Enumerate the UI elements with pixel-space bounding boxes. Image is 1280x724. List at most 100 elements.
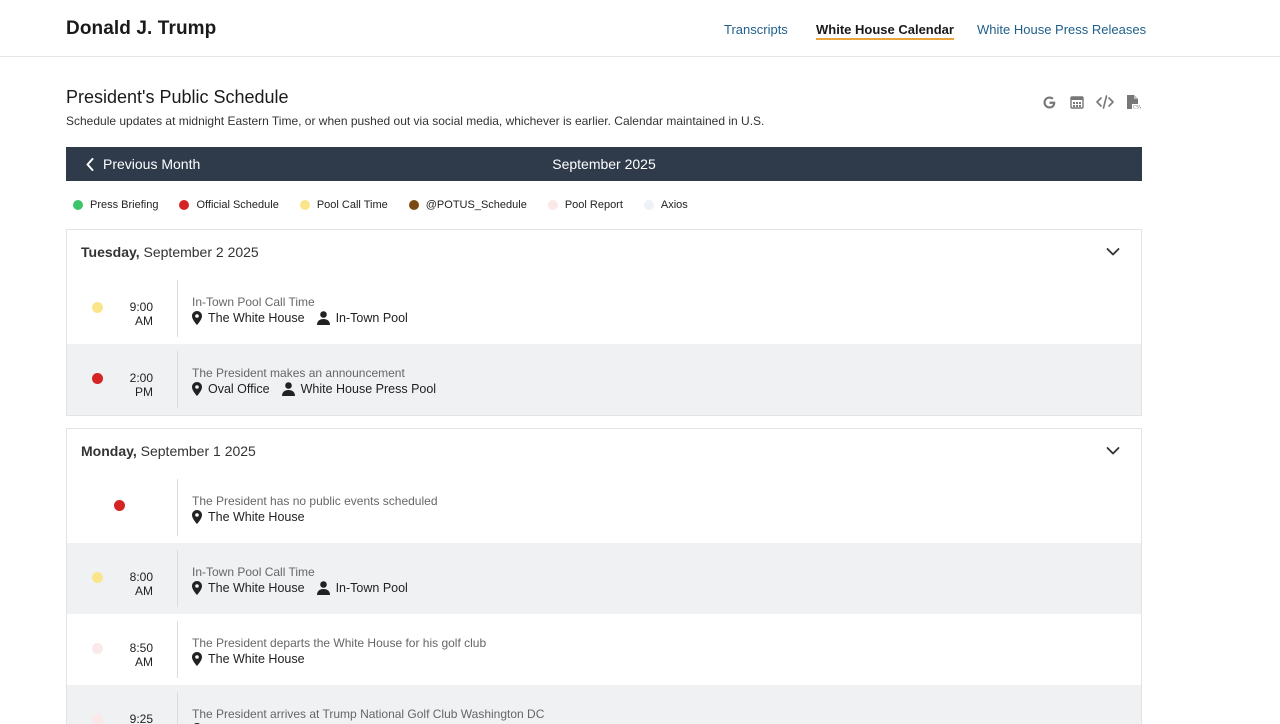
event-divider (177, 351, 178, 408)
legend-label: Press Briefing (90, 199, 159, 211)
event-location[interactable]: Oval Office (192, 382, 270, 396)
day-header[interactable]: Tuesday, September 2 2025 (67, 230, 1141, 273)
event-location[interactable]: The White House (192, 311, 305, 325)
legend-label: Official Schedule (196, 199, 279, 211)
event-meta: The White House In-Town Pool (192, 311, 420, 325)
event-divider (177, 692, 178, 724)
event-pool[interactable]: In-Town Pool (316, 581, 408, 595)
legend-item-axios[interactable]: Axios (643, 199, 688, 211)
event-title: In-Town Pool Call Time (192, 295, 315, 309)
event-divider (177, 280, 178, 337)
legend-item-pool-call-time[interactable]: Pool Call Time (299, 199, 388, 211)
top-nav-bar: Donald J. Trump Transcripts White House … (0, 0, 1280, 57)
legend-item-pool-report[interactable]: Pool Report (547, 199, 623, 211)
map-pin-icon (192, 510, 202, 524)
event-row[interactable]: 9:00 AM In-Town Pool Call Time The White… (67, 273, 1141, 344)
event-pool-label: White House Press Pool (300, 382, 437, 396)
page-title: President's Public Schedule (66, 87, 289, 107)
event-meta: The White House (192, 510, 317, 524)
event-title: The President makes an announcement (192, 366, 405, 380)
legend-label: Pool Report (564, 199, 623, 211)
map-pin-icon (192, 311, 202, 325)
chevron-down-icon[interactable] (1105, 244, 1121, 260)
event-row[interactable]: 2:00 PM The President makes an announcem… (67, 344, 1141, 415)
legend: Press Briefing Official Schedule Pool Ca… (73, 199, 709, 211)
current-month-label: September 2025 (552, 156, 656, 172)
event-meta: The White House (192, 652, 317, 666)
map-pin-icon (192, 581, 202, 595)
map-pin-icon (192, 652, 202, 666)
event-row[interactable]: 9:25 AM The President arrives at Trump N… (67, 685, 1141, 724)
event-location-label: The White House (208, 311, 305, 325)
day-title: Tuesday, September 2 2025 (81, 244, 259, 260)
event-location-label: The White House (208, 510, 305, 524)
legend-item-official-schedule[interactable]: Official Schedule (179, 199, 279, 211)
site-brand[interactable]: Donald J. Trump (66, 18, 216, 40)
event-location-label: The White House (208, 581, 305, 595)
legend-dot (299, 200, 310, 210)
calendar-icon[interactable] (1068, 93, 1086, 111)
event-divider (177, 621, 178, 678)
event-time: 9:25 AM (129, 712, 153, 724)
event-title: The President has no public events sched… (192, 494, 438, 508)
legend-dot (547, 200, 558, 210)
event-location-label: Oval Office (208, 382, 270, 396)
event-dot (114, 500, 125, 511)
day-card: Monday, September 1 2025 The President h… (66, 428, 1142, 724)
event-location[interactable]: The White House (192, 581, 305, 595)
event-meta: Oval Office White House Press Pool (192, 382, 448, 396)
event-time: 8:00 AM (129, 570, 153, 598)
day-header[interactable]: Monday, September 1 2025 (67, 429, 1141, 472)
legend-label: Axios (660, 199, 688, 211)
svg-text:CSV: CSV (1133, 105, 1141, 111)
export-icons: CSV (1040, 93, 1142, 111)
day-card: Tuesday, September 2 2025 9:00 AM In-Tow… (66, 229, 1142, 416)
event-dot (92, 572, 103, 583)
day-date: September 1 2025 (140, 443, 256, 459)
event-row[interactable]: 8:00 AM In-Town Pool Call Time The White… (67, 543, 1141, 614)
person-icon (316, 311, 330, 325)
event-title: In-Town Pool Call Time (192, 565, 315, 579)
event-dot (92, 302, 103, 313)
nav-transcripts[interactable]: Transcripts (724, 22, 788, 37)
event-pool[interactable]: White House Press Pool (281, 382, 437, 396)
event-location[interactable]: The White House (192, 510, 305, 524)
legend-label: Pool Call Time (316, 199, 388, 211)
event-pool-label: In-Town Pool (335, 581, 408, 595)
day-title: Monday, September 1 2025 (81, 443, 256, 459)
event-time: 2:00 PM (129, 371, 153, 399)
chevron-down-icon[interactable] (1105, 443, 1121, 459)
legend-label: @POTUS_Schedule (425, 199, 527, 211)
event-time: 9:00 AM (129, 300, 153, 328)
legend-dot (179, 200, 190, 210)
event-divider (177, 479, 178, 536)
csv-file-icon[interactable]: CSV (1124, 93, 1142, 111)
nav-white-house-calendar[interactable]: White House Calendar (816, 22, 954, 40)
map-pin-icon (192, 382, 202, 396)
legend-dot (643, 200, 654, 210)
code-icon[interactable] (1096, 93, 1114, 111)
legend-item-press-briefing[interactable]: Press Briefing (73, 199, 158, 211)
event-location[interactable]: The White House (192, 652, 305, 666)
event-time: 8:50 AM (129, 641, 153, 669)
day-weekday: Tuesday, (81, 244, 140, 260)
event-row[interactable]: The President has no public events sched… (67, 472, 1141, 543)
event-divider (177, 550, 178, 607)
legend-dot (73, 200, 83, 210)
day-date: September 2 2025 (143, 244, 259, 260)
event-pool-label: In-Town Pool (335, 311, 408, 325)
legend-item-potus-schedule[interactable]: @POTUS_Schedule (408, 199, 527, 211)
day-weekday: Monday, (81, 443, 137, 459)
person-icon (281, 382, 295, 396)
event-dot (92, 714, 103, 724)
event-dot (92, 643, 103, 654)
legend-dot (408, 200, 419, 210)
event-row[interactable]: 8:50 AM The President departs the White … (67, 614, 1141, 685)
nav-white-house-press-releases[interactable]: White House Press Releases (977, 22, 1146, 37)
person-icon (316, 581, 330, 595)
event-pool[interactable]: In-Town Pool (316, 311, 408, 325)
page-subtitle: Schedule updates at midnight Eastern Tim… (66, 114, 765, 128)
google-icon[interactable] (1040, 93, 1058, 111)
event-meta: The White House In-Town Pool (192, 581, 420, 595)
event-title: The President arrives at Trump National … (192, 707, 545, 721)
